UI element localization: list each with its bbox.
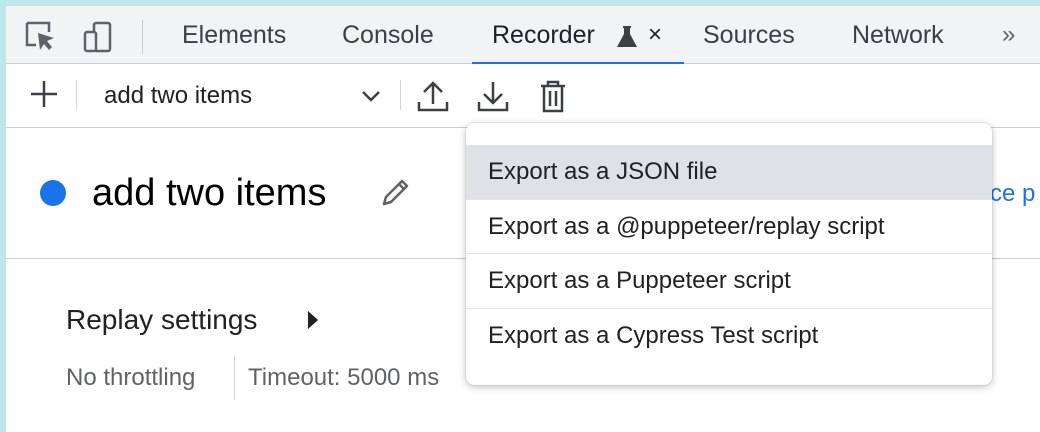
export-json-menu-item[interactable]: Export as a JSON file <box>466 145 992 199</box>
pencil-icon[interactable] <box>378 176 412 210</box>
devtools-tab-bar: Elements Console Recorder × Sources Netw… <box>6 6 1040 65</box>
inspect-element-icon[interactable] <box>24 20 58 54</box>
settings-separator <box>234 356 235 400</box>
recording-status-dot <box>40 180 66 206</box>
tab-console[interactable]: Console <box>342 6 434 64</box>
toolbar-separator <box>400 80 401 110</box>
tab-sources[interactable]: Sources <box>703 6 795 64</box>
toolbar-separator <box>76 80 77 110</box>
replay-button-partial[interactable]: ce p <box>990 176 1035 212</box>
close-recorder-tab-button[interactable]: × <box>648 6 662 64</box>
flask-icon <box>617 26 637 47</box>
replay-settings-heading[interactable]: Replay settings <box>66 302 257 338</box>
plus-icon[interactable] <box>28 78 60 110</box>
export-menu: Export as a JSON file Export as a @puppe… <box>466 123 992 385</box>
chevron-down-icon[interactable] <box>360 86 382 106</box>
device-toolbar-icon[interactable] <box>82 20 116 54</box>
upload-icon[interactable] <box>416 78 450 114</box>
caret-right-icon[interactable] <box>306 308 320 332</box>
timeout-value: Timeout: 5000 ms <box>248 364 440 391</box>
recording-title: add two items <box>92 172 327 214</box>
export-cypress-menu-item[interactable]: Export as a Cypress Test script <box>466 309 992 363</box>
devtools-window: Elements Console Recorder × Sources Netw… <box>0 0 1040 432</box>
recorder-toolbar: add two items <box>6 64 1040 128</box>
download-icon[interactable] <box>476 78 510 114</box>
export-puppeteer-replay-menu-item[interactable]: Export as a @puppeteer/replay script <box>466 200 992 254</box>
tab-network[interactable]: Network <box>852 6 944 64</box>
tab-recorder[interactable]: Recorder <box>492 6 595 64</box>
throttling-value: No throttling <box>66 364 196 391</box>
more-tabs-button[interactable]: » <box>1002 6 1015 64</box>
tab-elements[interactable]: Elements <box>182 6 286 64</box>
tab-bar-separator <box>142 20 143 54</box>
recording-select[interactable]: add two items <box>104 64 252 128</box>
trash-icon[interactable] <box>536 78 570 114</box>
export-puppeteer-menu-item[interactable]: Export as a Puppeteer script <box>466 254 992 308</box>
